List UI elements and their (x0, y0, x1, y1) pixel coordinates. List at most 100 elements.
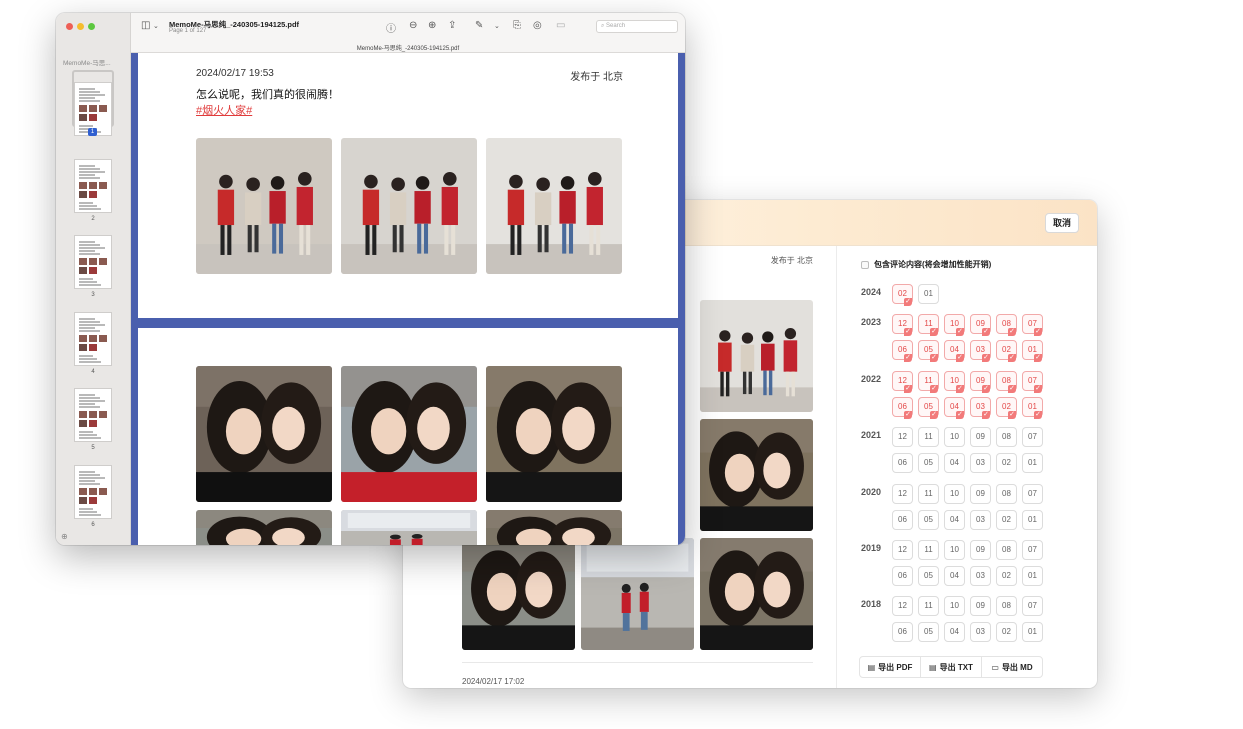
photo-thumbnail[interactable] (700, 419, 813, 531)
photo-thumbnail[interactable] (196, 138, 332, 274)
photo-thumbnail[interactable] (700, 300, 813, 412)
month-toggle[interactable]: 06 (892, 340, 913, 362)
month-toggle[interactable]: 09 (970, 314, 991, 336)
month-toggle[interactable]: 08 (996, 314, 1017, 336)
month-toggle[interactable]: 10 (944, 371, 965, 393)
month-toggle[interactable]: 01 (1022, 453, 1043, 473)
form-icon[interactable]: ▭ (556, 20, 565, 31)
month-toggle[interactable]: 02 (892, 284, 913, 306)
markup-pen-icon[interactable]: ✎ (475, 20, 483, 31)
month-toggle[interactable]: 08 (996, 484, 1017, 504)
page-thumbnail[interactable] (75, 160, 111, 212)
month-toggle[interactable]: 11 (918, 371, 939, 393)
month-toggle[interactable]: 09 (970, 427, 991, 447)
month-toggle[interactable]: 07 (1022, 314, 1043, 336)
month-toggle[interactable]: 08 (996, 540, 1017, 560)
sidebar-toggle-icon[interactable]: ◫ (141, 20, 150, 31)
zoom-in-icon[interactable]: ⊕ (428, 20, 436, 31)
month-toggle[interactable]: 10 (944, 540, 965, 560)
month-toggle[interactable]: 06 (892, 622, 913, 642)
month-toggle[interactable]: 04 (944, 566, 965, 586)
month-toggle[interactable]: 02 (996, 340, 1017, 362)
photo-thumbnail[interactable] (486, 510, 622, 545)
month-toggle[interactable]: 01 (918, 284, 939, 304)
month-toggle[interactable]: 04 (944, 510, 965, 530)
month-toggle[interactable]: 07 (1022, 371, 1043, 393)
month-toggle[interactable]: 02 (996, 510, 1017, 530)
page-thumbnail[interactable] (75, 313, 111, 365)
chevron-down-icon[interactable]: ⌄ (494, 22, 500, 30)
month-toggle[interactable]: 11 (918, 596, 939, 616)
photo-thumbnail[interactable] (341, 510, 477, 545)
photo-thumbnail[interactable] (462, 538, 575, 650)
month-toggle[interactable]: 09 (970, 484, 991, 504)
minimize-window-button[interactable] (77, 23, 84, 30)
month-toggle[interactable]: 02 (996, 622, 1017, 642)
month-toggle[interactable]: 03 (970, 622, 991, 642)
month-toggle[interactable]: 07 (1022, 484, 1043, 504)
month-toggle[interactable]: 04 (944, 622, 965, 642)
month-toggle[interactable]: 11 (918, 427, 939, 447)
export-pdf-button[interactable]: ▤ 导出 PDF (860, 657, 921, 677)
month-toggle[interactable]: 05 (918, 510, 939, 530)
month-toggle[interactable]: 06 (892, 453, 913, 473)
month-toggle[interactable]: 05 (918, 397, 939, 419)
month-toggle[interactable]: 12 (892, 427, 913, 447)
month-toggle[interactable]: 01 (1022, 340, 1043, 362)
photo-thumbnail[interactable] (196, 510, 332, 545)
cancel-button[interactable]: 取消 (1044, 213, 1079, 233)
month-toggle[interactable]: 06 (892, 566, 913, 586)
month-toggle[interactable]: 01 (1022, 566, 1043, 586)
month-toggle[interactable]: 12 (892, 596, 913, 616)
include-comments-option[interactable]: 包含评论内容(将会增加性能开销) (861, 259, 991, 270)
month-toggle[interactable]: 11 (918, 540, 939, 560)
export-md-button[interactable]: ▭ 导出 MD (982, 657, 1042, 677)
month-toggle[interactable]: 03 (970, 340, 991, 362)
month-toggle[interactable]: 08 (996, 596, 1017, 616)
month-toggle[interactable]: 04 (944, 340, 965, 362)
post-hashtag-link[interactable]: #烟火人家# (196, 102, 252, 118)
month-toggle[interactable]: 09 (970, 596, 991, 616)
export-txt-button[interactable]: ▤ 导出 TXT (921, 657, 982, 677)
month-toggle[interactable]: 10 (944, 314, 965, 336)
month-toggle[interactable]: 08 (996, 427, 1017, 447)
month-toggle[interactable]: 01 (1022, 397, 1043, 419)
rotate-icon[interactable]: ⎘ (513, 20, 521, 31)
month-toggle[interactable]: 12 (892, 371, 913, 393)
month-toggle[interactable]: 04 (944, 397, 965, 419)
month-toggle[interactable]: 03 (970, 453, 991, 473)
page-thumbnail[interactable] (75, 236, 111, 288)
photo-thumbnail[interactable] (486, 366, 622, 502)
month-toggle[interactable]: 11 (918, 314, 939, 336)
page-thumbnail[interactable] (75, 389, 111, 441)
month-toggle[interactable]: 05 (918, 622, 939, 642)
month-toggle[interactable]: 03 (970, 397, 991, 419)
month-toggle[interactable]: 12 (892, 314, 913, 336)
month-toggle[interactable]: 03 (970, 510, 991, 530)
share-icon[interactable]: ⇪ (448, 20, 456, 31)
photo-thumbnail[interactable] (341, 138, 477, 274)
photo-thumbnail[interactable] (700, 538, 813, 650)
page-thumbnail[interactable] (75, 466, 111, 518)
month-toggle[interactable]: 05 (918, 453, 939, 473)
search-input[interactable]: ⌕ Search (596, 20, 678, 33)
zoom-out-icon[interactable]: ⊖ (409, 20, 417, 31)
info-icon[interactable]: ⓘ (386, 20, 396, 35)
photo-thumbnail[interactable] (341, 366, 477, 502)
month-toggle[interactable]: 07 (1022, 540, 1043, 560)
month-toggle[interactable]: 09 (970, 540, 991, 560)
month-toggle[interactable]: 02 (996, 397, 1017, 419)
month-toggle[interactable]: 04 (944, 453, 965, 473)
photo-thumbnail[interactable] (581, 538, 694, 650)
month-toggle[interactable]: 06 (892, 510, 913, 530)
month-toggle[interactable]: 02 (996, 566, 1017, 586)
month-toggle[interactable]: 06 (892, 397, 913, 419)
month-toggle[interactable]: 01 (1022, 510, 1043, 530)
month-toggle[interactable]: 11 (918, 484, 939, 504)
month-toggle[interactable]: 05 (918, 566, 939, 586)
month-toggle[interactable]: 05 (918, 340, 939, 362)
month-toggle[interactable]: 03 (970, 566, 991, 586)
chevron-down-icon[interactable]: ⌄ (153, 22, 159, 30)
month-toggle[interactable]: 09 (970, 371, 991, 393)
month-toggle[interactable]: 07 (1022, 596, 1043, 616)
